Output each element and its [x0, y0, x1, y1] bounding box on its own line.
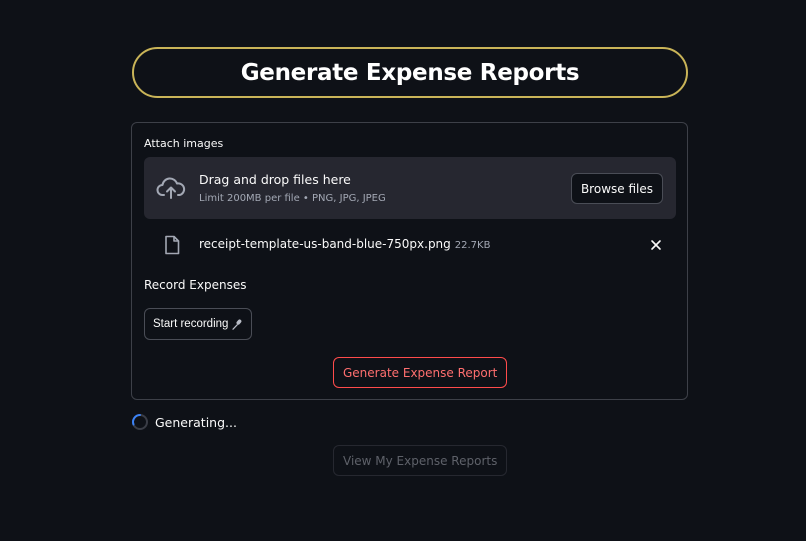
- cloud-upload-icon: [156, 177, 186, 199]
- file-dropzone[interactable]: Drag and drop files here Limit 200MB per…: [144, 157, 676, 219]
- status-indicator: Generating...: [131, 413, 237, 431]
- page-title: Generate Expense Reports: [240, 59, 580, 86]
- expense-form: Attach images Drag and drop files here L…: [131, 122, 688, 400]
- close-icon[interactable]: [650, 239, 662, 251]
- status-text: Generating...: [155, 414, 237, 430]
- browse-files-button[interactable]: Browse files: [570, 173, 663, 204]
- generate-expense-report-button[interactable]: Generate Expense Report: [333, 357, 508, 388]
- attach-images-label: Attach images: [144, 137, 224, 150]
- file-size: 22.7KB: [454, 240, 491, 251]
- dropzone-limits: Limit 200MB per file • PNG, JPG, JPEG: [199, 193, 386, 204]
- app-page: Generate Expense Reports Attach images D…: [0, 0, 806, 541]
- file-name-text: receipt-template-us-band-blue-750px.png: [199, 237, 451, 251]
- microphone-icon: [232, 319, 242, 330]
- dropzone-title: Drag and drop files here: [199, 172, 351, 187]
- start-recording-label: Start recording: [153, 318, 229, 330]
- start-recording-button[interactable]: Start recording: [144, 308, 253, 340]
- file-name: receipt-template-us-band-blue-750px.png 2…: [199, 237, 490, 251]
- title-banner: Generate Expense Reports: [132, 47, 688, 98]
- record-expenses-label: Record Expenses: [144, 278, 247, 292]
- uploaded-file-item: receipt-template-us-band-blue-750px.png 2…: [144, 233, 676, 257]
- file-icon: [165, 235, 180, 255]
- view-expense-reports-button[interactable]: View My Expense Reports: [333, 445, 508, 476]
- spinner-icon: [132, 414, 148, 430]
